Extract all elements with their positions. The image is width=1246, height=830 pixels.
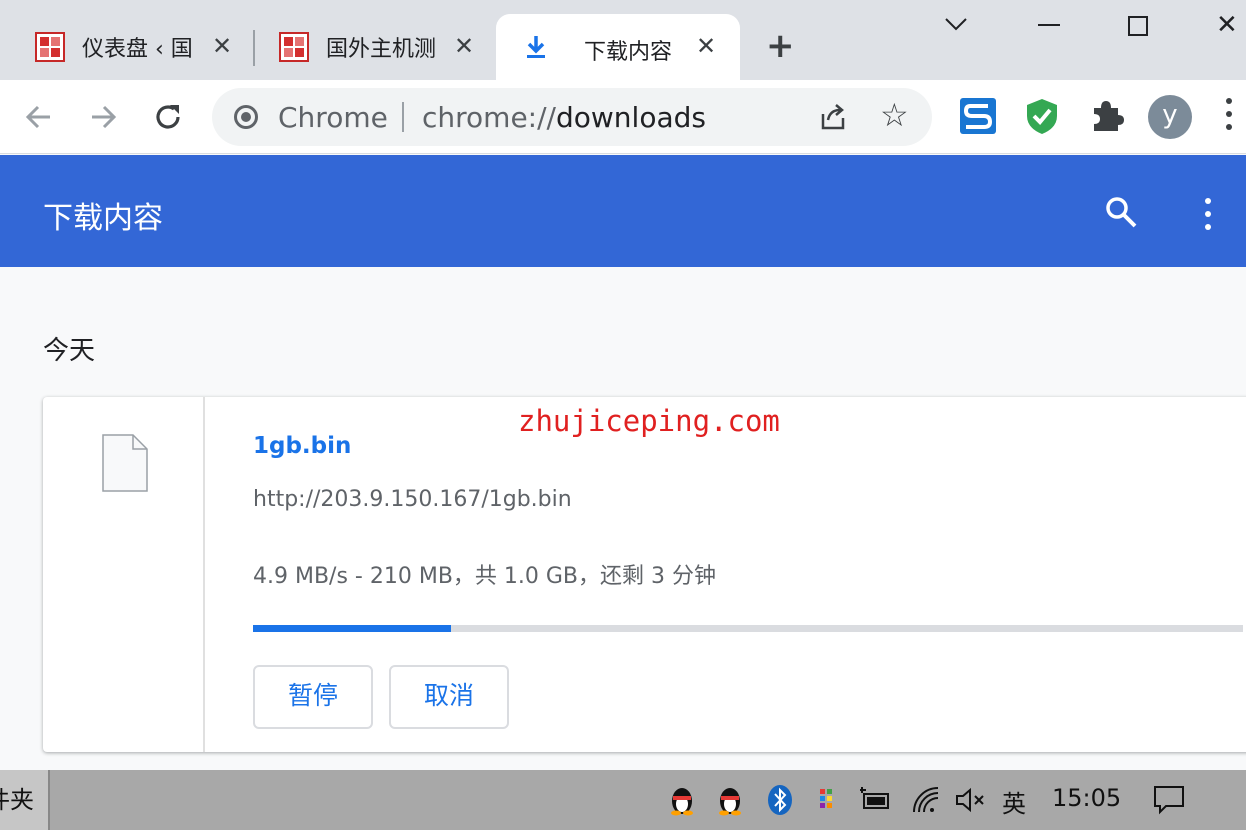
close-window-icon[interactable]: ✕ — [1216, 10, 1238, 40]
qq-penguin-icon[interactable] — [668, 784, 696, 816]
tab-title: 国外主机测 — [326, 37, 437, 62]
cancel-button[interactable]: 取消 — [389, 665, 509, 729]
download-progress-bar — [253, 625, 1243, 632]
url-scheme: chrome:// — [422, 101, 556, 134]
wifi-icon[interactable] — [910, 784, 942, 816]
downloads-header: 下载内容 — [0, 155, 1246, 267]
battery-plug-icon[interactable] — [858, 784, 892, 816]
url-text: chrome://downloads — [422, 101, 706, 134]
os-taskbar: 件夹 英 15:05 — [0, 770, 1246, 830]
browser-menu-icon[interactable] — [1226, 98, 1234, 137]
tab-host-review[interactable]: 国外主机测 ✕ — [244, 14, 494, 80]
s-extension-icon[interactable] — [958, 96, 998, 136]
tab-downloads[interactable]: 下载内容 ✕ — [496, 14, 740, 80]
download-icon — [527, 36, 545, 58]
close-tab-icon[interactable]: ✕ — [212, 32, 232, 60]
tab-title: 仪表盘 ‹ 国 — [82, 37, 193, 62]
reload-icon[interactable] — [152, 101, 184, 133]
site-label: Chrome — [278, 101, 388, 134]
minimize-icon[interactable] — [1038, 24, 1060, 26]
site-favicon-icon — [279, 32, 309, 62]
address-bar[interactable]: Chrome chrome://downloads ☆ — [212, 88, 932, 146]
notification-center-icon[interactable] — [1152, 784, 1186, 816]
tab-title: 下载内容 — [584, 40, 673, 65]
chrome-icon — [234, 105, 258, 129]
maximize-icon[interactable] — [1128, 16, 1148, 36]
search-icon[interactable] — [1104, 195, 1138, 229]
chevron-down-icon[interactable] — [944, 16, 968, 32]
file-icon — [102, 434, 148, 492]
url-path: downloads — [555, 101, 706, 134]
tab-strip: 仪表盘 ‹ 国 ✕ 国外主机测 ✕ 下载内容 ✕ + ✕ — [0, 0, 1246, 80]
progress-fill — [253, 625, 451, 632]
tab-dashboard[interactable]: 仪表盘 ‹ 国 ✕ — [0, 14, 250, 80]
bookmark-star-icon[interactable]: ☆ — [880, 96, 909, 134]
close-tab-icon[interactable]: ✕ — [696, 32, 716, 60]
page-title: 下载内容 — [43, 201, 163, 236]
site-favicon-icon — [35, 32, 65, 62]
card-divider — [203, 397, 205, 752]
close-tab-icon[interactable]: ✕ — [454, 32, 474, 60]
volume-muted-icon[interactable] — [954, 784, 986, 816]
download-status-text: 4.9 MB/s - 210 MB，共 1.0 GB，还剩 3 分钟 — [253, 564, 717, 589]
profile-avatar[interactable]: y — [1148, 95, 1192, 139]
taskbar-folder-app[interactable]: 件夹 — [0, 770, 50, 830]
ime-indicator[interactable]: 英 — [1002, 784, 1026, 819]
download-item-card: 1gb.bin http://203.9.150.167/1gb.bin 4.9… — [43, 397, 1246, 752]
extensions-puzzle-icon[interactable] — [1086, 96, 1126, 136]
watermark-text: zhujiceping.com — [518, 404, 780, 438]
qq-penguin-icon[interactable] — [716, 784, 744, 816]
browser-toolbar: Chrome chrome://downloads ☆ y — [0, 80, 1246, 154]
file-source-url[interactable]: http://203.9.150.167/1gb.bin — [253, 487, 572, 512]
new-tab-button[interactable]: + — [766, 26, 795, 66]
omnibox-divider — [402, 102, 404, 132]
file-name-link[interactable]: 1gb.bin — [253, 433, 351, 459]
date-section-label: 今天 — [43, 336, 96, 366]
color-grid-app-icon[interactable] — [814, 784, 842, 816]
more-options-icon[interactable] — [1205, 198, 1211, 237]
pause-button[interactable]: 暂停 — [253, 665, 373, 729]
forward-arrow-icon[interactable] — [88, 102, 118, 132]
clock[interactable]: 15:05 — [1052, 784, 1121, 812]
back-arrow-icon[interactable] — [24, 102, 54, 132]
share-icon[interactable] — [818, 102, 848, 132]
shield-check-icon[interactable] — [1022, 96, 1062, 136]
bluetooth-icon[interactable] — [766, 784, 794, 816]
